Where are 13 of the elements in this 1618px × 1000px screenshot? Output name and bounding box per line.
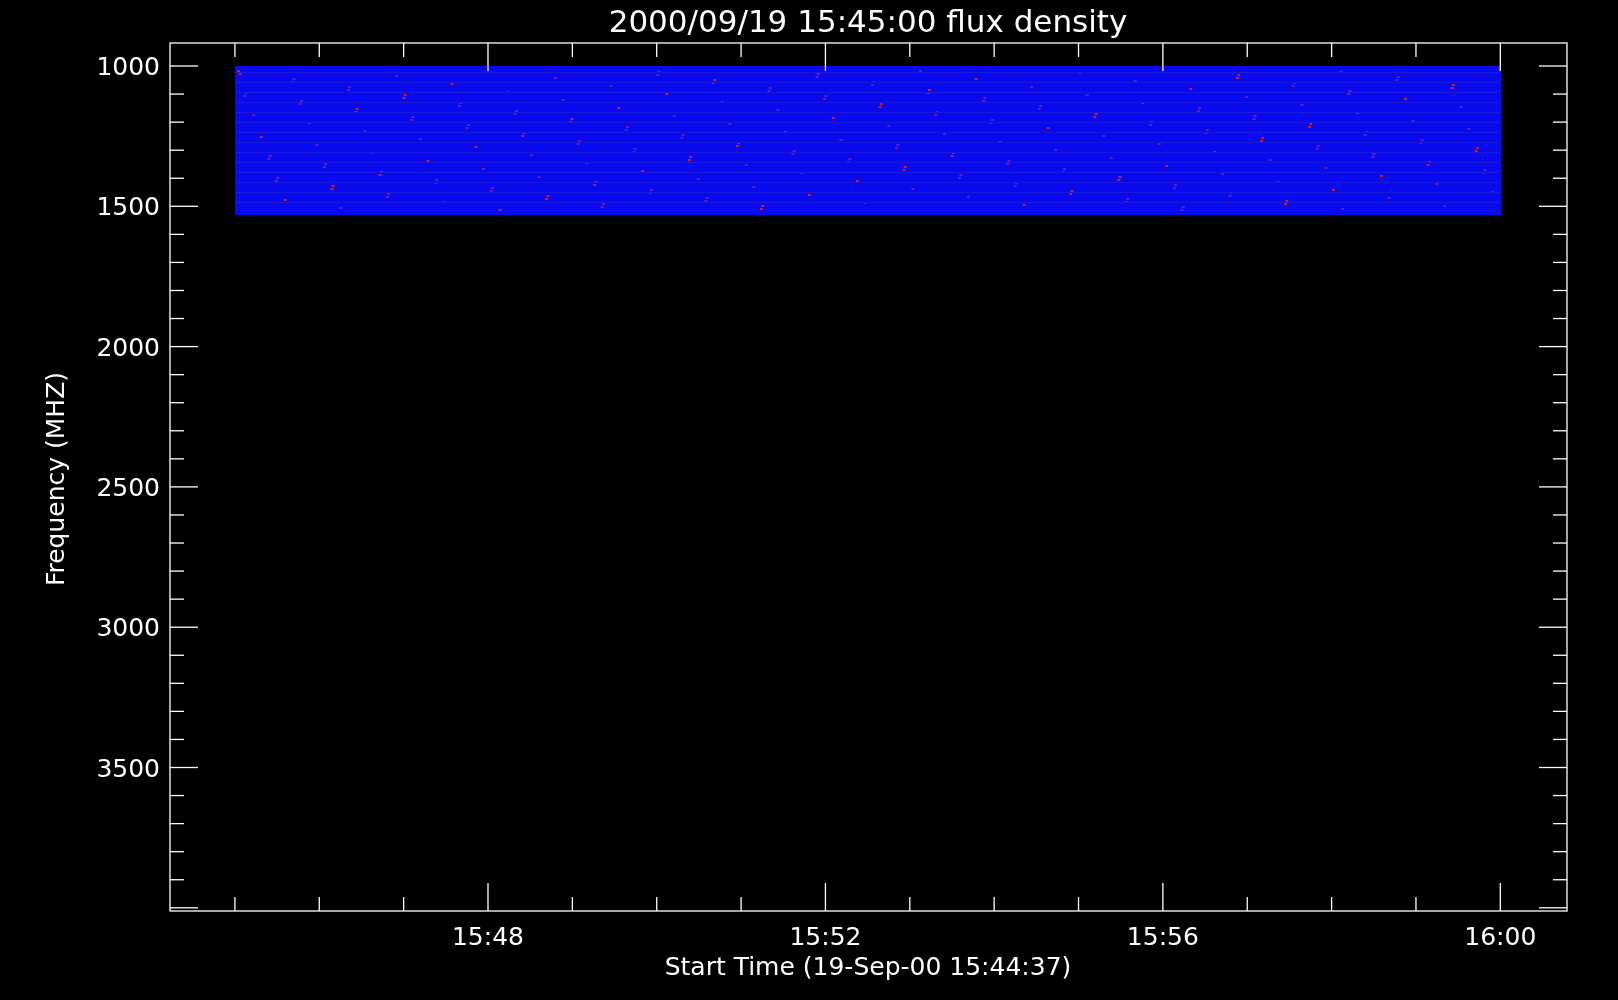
x-tick-label: 15:52 [789, 922, 862, 951]
y-axis-label: Frequency (MHZ) [41, 371, 70, 587]
x-tick-label: 16:00 [1464, 922, 1537, 951]
y-tick-label: 2000 [96, 332, 160, 362]
x-tick-label: 15:48 [452, 922, 524, 951]
y-tick-label: 3000 [96, 613, 160, 643]
y-tick-label: 1000 [96, 52, 160, 81]
y-tick-label: 3500 [96, 753, 160, 783]
plot-title: 2000/09/19 15:45:00 flux density [608, 3, 1128, 39]
y-tick-label: 1500 [96, 192, 160, 222]
y-tick-label: 2500 [96, 472, 160, 502]
x-tick-label: 15:56 [1126, 922, 1199, 951]
x-axis-label: Start Time (19-Sep-00 15:44:37) [664, 952, 1072, 981]
